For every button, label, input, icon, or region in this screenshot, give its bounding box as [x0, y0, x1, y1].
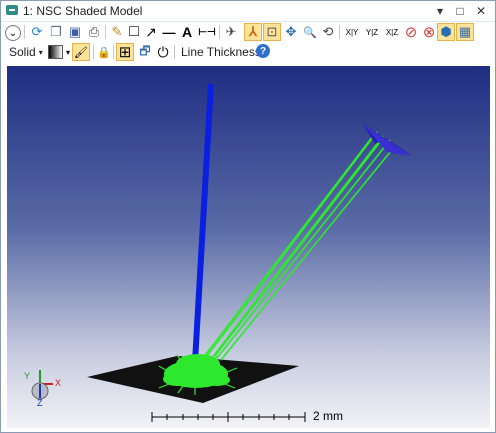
ray — [206, 131, 378, 357]
separator — [105, 25, 106, 39]
toolbar-secondary: Solid▾ ▾ 🖌 🔒 ⊞ 🗗 ⏻ Line Thickness▾ ? — [1, 42, 495, 63]
help-icon[interactable]: ? — [256, 44, 270, 58]
close-button[interactable]: ✕ — [474, 3, 488, 19]
separator — [93, 45, 94, 59]
axes-triad: Y X Z — [24, 370, 61, 408]
toolbar-main: ⌄ ⟳ ❐ ▣ ⎙ ✎ □ ↗ — A ⊢⊣ ✈ ⅄ ⊡ ✥ 🔍 ⟲ X|Y Y… — [1, 22, 495, 43]
text-icon[interactable]: A — [178, 23, 196, 41]
rotate-x-icon[interactable]: ⊘ — [402, 23, 420, 41]
color-gradient-dropdown[interactable]: ▾ — [47, 43, 71, 61]
render-mode-dropdown[interactable]: Solid ▾ — [9, 45, 43, 59]
reset-view-icon[interactable]: ⟲ — [319, 23, 337, 41]
scene-svg: Y X Z — [24, 83, 413, 422]
svg-text:Y: Y — [24, 371, 30, 381]
scatter-top — [176, 354, 220, 374]
xy-view-icon[interactable]: X|Y — [342, 23, 362, 41]
window-title: 1: NSC Shaded Model — [23, 4, 143, 18]
color-gradient-icon — [47, 45, 63, 59]
refresh-icon[interactable]: ⟳ — [28, 23, 46, 41]
ray — [202, 135, 374, 359]
separator — [113, 45, 114, 59]
xz-view-icon[interactable]: X|Z — [382, 23, 402, 41]
power-icon[interactable]: ⏻ — [154, 43, 172, 61]
yz-view-icon[interactable]: Y|Z — [362, 23, 382, 41]
collapse-toolbar-icon[interactable]: ⌄ — [5, 25, 21, 41]
separator — [174, 45, 175, 59]
stop-icon[interactable]: ⊗ — [420, 23, 438, 41]
rectangle-icon[interactable]: □ — [125, 23, 143, 41]
brush-icon[interactable]: 🖌 — [72, 43, 90, 61]
grid-icon[interactable]: ⊞ — [116, 43, 134, 61]
render-mode-value: Solid — [9, 45, 36, 59]
lock-icon[interactable]: 🔒 — [95, 43, 113, 61]
nsc-shaded-model-window: 1: NSC Shaded Model ▾ □ ✕ ⌄ ⟳ ❐ ▣ ⎙ ✎ □ … — [0, 0, 496, 433]
svg-text:X: X — [55, 378, 61, 388]
zoom-icon[interactable]: 🔍 — [301, 23, 319, 41]
3d-box-icon[interactable]: ⬢ — [437, 23, 455, 41]
line-thickness-label: Line Thickness — [181, 45, 261, 59]
zoom-window-icon[interactable]: ⊡ — [263, 23, 281, 41]
rotate-view-icon[interactable]: ✈ — [222, 23, 240, 41]
ray — [220, 145, 396, 361]
scatter-left — [163, 372, 191, 386]
pan-icon[interactable]: ✥ — [282, 23, 300, 41]
title-bar: 1: NSC Shaded Model ▾ □ ✕ — [1, 1, 495, 22]
separator — [339, 25, 340, 39]
dimension-icon[interactable]: ⊢⊣ — [196, 23, 218, 41]
maximize-button[interactable]: □ — [453, 3, 467, 19]
arrow-icon[interactable]: ↗ — [142, 23, 160, 41]
layers-icon[interactable]: ▦ — [456, 23, 474, 41]
ray — [214, 141, 381, 357]
window-icon[interactable]: 🗗 — [136, 43, 154, 61]
scale-bar — [151, 412, 306, 422]
save-icon[interactable]: ▣ — [66, 23, 84, 41]
source-beam — [192, 83, 214, 363]
chevron-down-icon: ▾ — [38, 48, 43, 57]
window-menu-button[interactable]: ▾ — [433, 3, 447, 19]
line-thickness-dropdown[interactable]: Line Thickness▾ — [181, 45, 268, 59]
ray — [211, 135, 384, 359]
pencil-icon[interactable]: ✎ — [108, 23, 126, 41]
svg-text:Z: Z — [37, 398, 43, 408]
ray-bundle — [202, 131, 396, 361]
3d-viewport[interactable]: Y X Z 2 mm — [7, 66, 490, 428]
chevron-down-icon: ▾ — [65, 47, 70, 57]
axes-icon[interactable]: ⅄ — [244, 23, 262, 41]
scale-bar-label: 2 mm — [313, 409, 343, 423]
ray — [216, 139, 391, 359]
copy-icon[interactable]: ❐ — [47, 23, 65, 41]
separator — [219, 25, 220, 39]
separator — [24, 25, 25, 39]
line-icon[interactable]: — — [160, 23, 178, 41]
print-icon[interactable]: ⎙ — [85, 23, 103, 41]
app-icon — [6, 5, 18, 15]
